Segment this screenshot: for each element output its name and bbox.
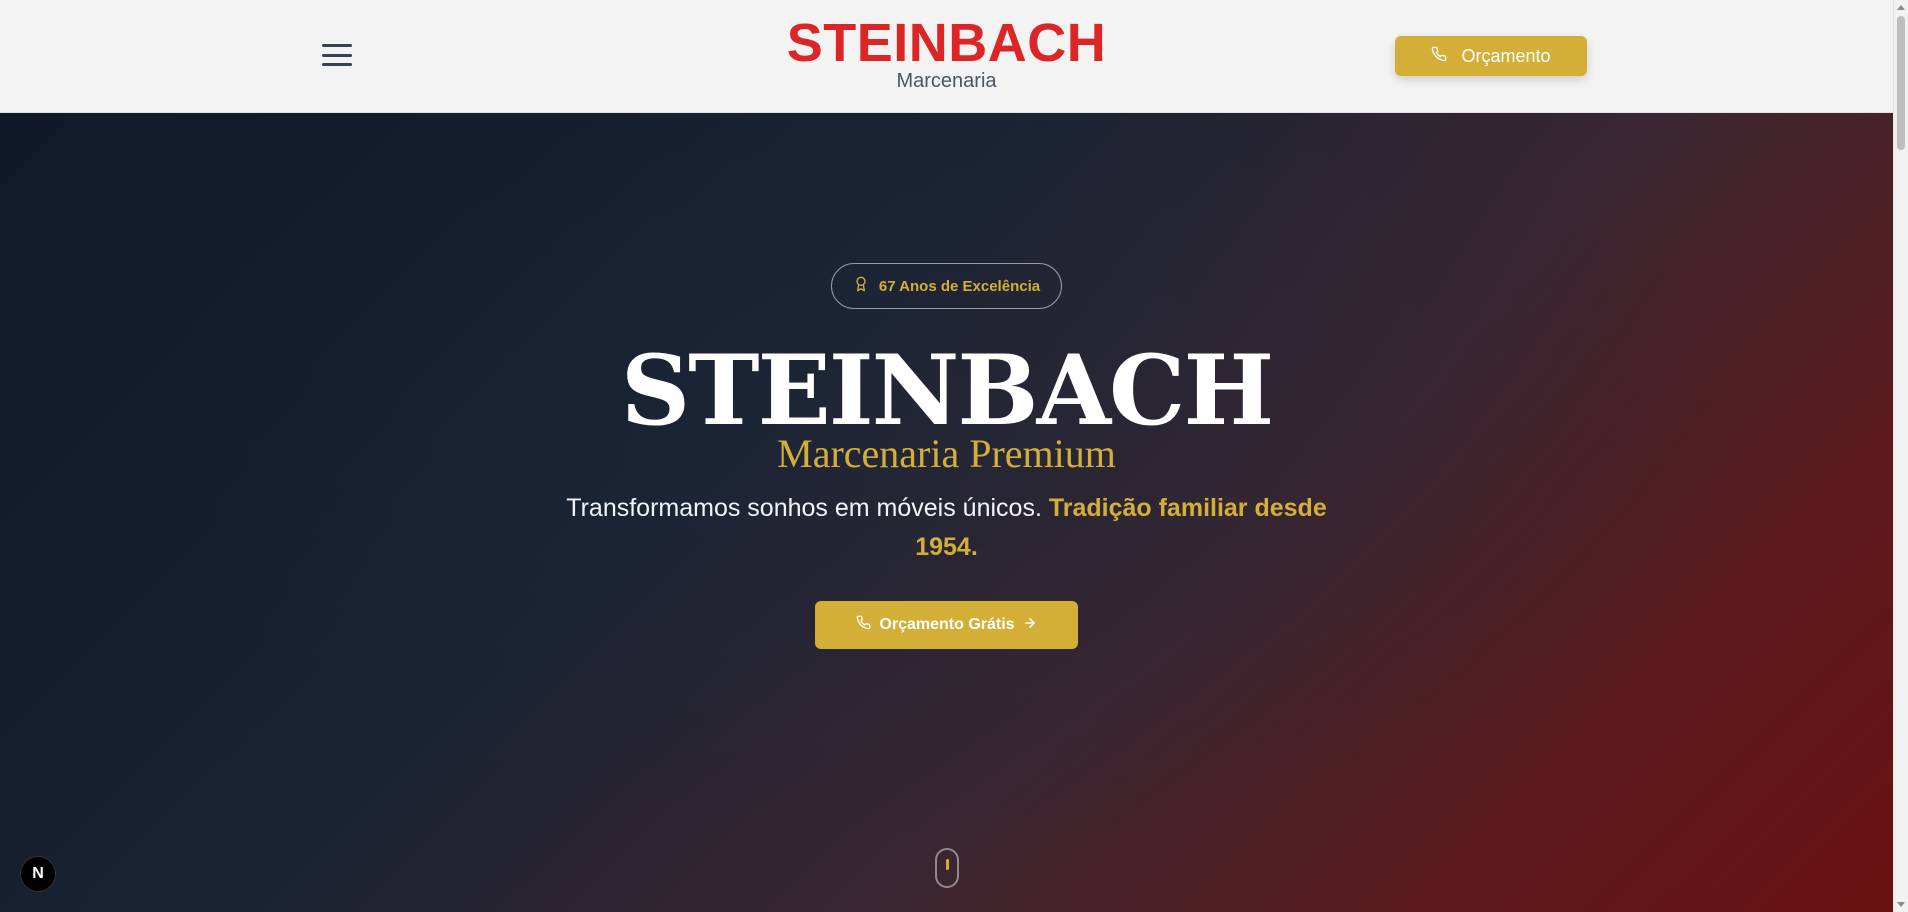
hero-subtitle: Marcenaria Premium bbox=[777, 431, 1116, 476]
brand-logo[interactable]: STEINBACH Marcenaria bbox=[780, 14, 1113, 92]
scroll-dot bbox=[946, 859, 949, 870]
hero-section: 67 Anos de Excelência STEINBACH Marcenar… bbox=[0, 113, 1893, 912]
brand-name: STEINBACH bbox=[786, 13, 1107, 73]
brand-subtitle: Marcenaria bbox=[896, 70, 997, 92]
hero-description-main: Transformamos sonhos em móveis únicos. bbox=[566, 494, 1042, 522]
scrollbar-thumb[interactable] bbox=[1897, 16, 1905, 150]
page: STEINBACH Marcenaria Orçamento 67 Anos d… bbox=[0, 0, 1908, 912]
quote-button-label: Orçamento bbox=[1461, 45, 1551, 66]
arrow-right-icon bbox=[1023, 616, 1037, 635]
badge-label: 67 Anos de Excelência bbox=[878, 277, 1041, 295]
free-quote-label: Orçamento Grátis bbox=[879, 616, 1015, 633]
quote-button[interactable]: Orçamento bbox=[1395, 36, 1587, 76]
scroll-up-arrow-icon[interactable] bbox=[1897, 5, 1905, 10]
dev-tools-icon[interactable]: N bbox=[20, 856, 56, 892]
free-quote-button[interactable]: Orçamento Grátis bbox=[815, 601, 1078, 649]
mouse-scroll-icon[interactable] bbox=[935, 848, 959, 888]
hero-description: Transformamos sonhos em móveis únicos. T… bbox=[546, 489, 1347, 567]
award-icon bbox=[853, 275, 869, 297]
hero-title: STEINBACH bbox=[620, 334, 1274, 447]
page-scrollbar[interactable] bbox=[1893, 0, 1908, 912]
hamburger-menu-icon[interactable] bbox=[318, 38, 356, 72]
phone-icon bbox=[1431, 46, 1447, 67]
phone-icon bbox=[856, 615, 871, 635]
site-header: STEINBACH Marcenaria Orçamento bbox=[0, 0, 1893, 113]
experience-badge: 67 Anos de Excelência bbox=[831, 263, 1062, 309]
scroll-down-arrow-icon[interactable] bbox=[1897, 902, 1905, 907]
